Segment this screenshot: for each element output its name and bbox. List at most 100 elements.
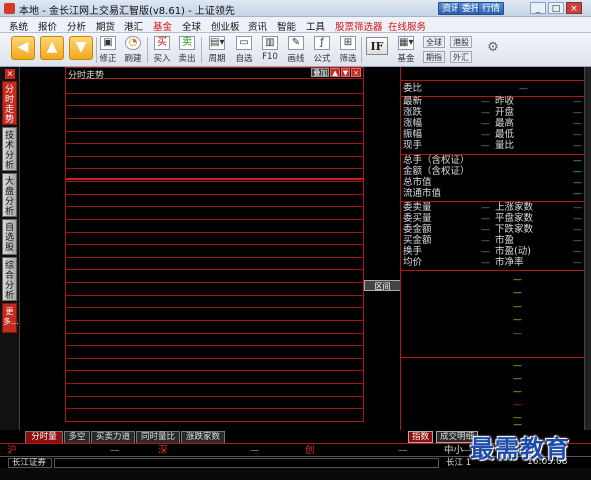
clock-icon: ◔ xyxy=(125,36,141,50)
menu-funds[interactable]: 基金 xyxy=(153,19,172,33)
filter-button[interactable]: ⊞ 筛选 xyxy=(335,36,361,64)
period-button[interactable]: ▤▾ 周期 xyxy=(204,36,230,64)
index-futures-mini-button[interactable]: 期指 xyxy=(423,51,445,63)
up-arrow-icon[interactable]: ▲ xyxy=(40,36,64,60)
sh-index-label[interactable]: 沪 xyxy=(7,445,17,456)
sidebar-tab-technical[interactable]: 技术分析 xyxy=(2,127,17,171)
menu-tools[interactable]: 工具 xyxy=(306,19,325,33)
sidebar-tab-market[interactable]: 大盘分析 xyxy=(2,173,17,217)
forex-mini-button[interactable]: 外汇 xyxy=(450,51,472,63)
back-arrow-icon[interactable]: ◀ xyxy=(11,36,35,60)
quotes-button[interactable]: 行情 xyxy=(478,2,505,15)
tab-index[interactable]: 指数 xyxy=(408,431,434,443)
watchlist-label: 自选 xyxy=(235,54,253,64)
menu-gem[interactable]: 创业板 xyxy=(211,19,240,33)
filter-icon: ⊞ xyxy=(340,36,356,50)
turnover-rate-value: — xyxy=(481,247,490,257)
change-pct-label: 涨幅 xyxy=(403,118,423,129)
tab-intraday-volume[interactable]: 分时量 xyxy=(25,431,63,443)
grid-line xyxy=(66,181,363,182)
prev-close-label: 昨收 xyxy=(495,96,515,107)
buy-button[interactable]: 买 买入 xyxy=(149,36,175,64)
sidebar-close-icon[interactable]: × xyxy=(5,69,15,79)
menu-news[interactable]: 资讯 xyxy=(248,19,267,33)
toolbar-separator xyxy=(147,37,148,63)
menu-smart[interactable]: 智能 xyxy=(277,19,296,33)
sidebar-tab-more[interactable]: 更多... xyxy=(2,303,19,333)
menu-stock-screener[interactable]: 股票筛选器 xyxy=(335,19,383,33)
f10-label: F10 xyxy=(262,52,278,62)
sz-index-value: — xyxy=(250,445,260,456)
bid-amount-value: — xyxy=(481,236,490,246)
down-arrow-icon[interactable]: ▼ xyxy=(69,36,93,60)
chart-controls: 叠加 ▲ ▼ × xyxy=(310,68,361,78)
current-vol-value: — xyxy=(481,141,490,151)
formula-button[interactable]: ƒ 公式 xyxy=(309,36,335,64)
filter-label: 筛选 xyxy=(339,54,357,64)
zone-button[interactable]: 区间 xyxy=(364,280,401,291)
tick-value: — xyxy=(513,400,522,410)
close-button[interactable]: × xyxy=(566,2,582,14)
tick-value: — xyxy=(513,288,522,298)
chart-down-icon[interactable]: ▼ xyxy=(340,68,351,77)
correct-button[interactable]: ▣ 修正 xyxy=(95,36,121,64)
menu-analysis[interactable]: 分析 xyxy=(67,19,86,33)
sell-button[interactable]: 卖 卖出 xyxy=(174,36,200,64)
f10-button[interactable]: ▥ F10 xyxy=(257,36,283,62)
tab-bull-bear[interactable]: 多空 xyxy=(64,431,90,443)
sme-index-label[interactable]: 中小 xyxy=(444,445,463,456)
volume-ratio-label: 量比 xyxy=(495,140,515,151)
overlay-button[interactable]: 叠加 xyxy=(311,68,330,77)
chart-up-icon[interactable]: ▲ xyxy=(330,68,340,77)
ask-amount-value: — xyxy=(481,225,490,235)
menu-bar: 系统 报价 分析 期货 港汇 基金 全球 创业板 资讯 智能 工具 股票筛选器 … xyxy=(0,17,591,33)
menu-global[interactable]: 全球 xyxy=(182,19,201,33)
change-value: — xyxy=(481,108,490,118)
menu-futures[interactable]: 期货 xyxy=(96,19,115,33)
menu-hk-fx[interactable]: 港汇 xyxy=(124,19,143,33)
last-value: — xyxy=(481,97,490,107)
sidebar-tab-intraday[interactable]: 分时走势 xyxy=(2,81,17,125)
sidebar-tab-watchlist[interactable]: 自选股 xyxy=(2,219,17,255)
grid-line xyxy=(66,269,363,270)
dynamic-pe-value: — xyxy=(573,247,582,257)
tab-buy-sell-force[interactable]: 买卖力道 xyxy=(91,431,135,443)
global-mini-button[interactable]: 全球 xyxy=(423,36,445,48)
sidebar-tab-comprehensive[interactable]: 综合分析 xyxy=(2,257,17,301)
sz-index-label[interactable]: 深 xyxy=(158,445,168,456)
tab-volume-ratio[interactable]: 同时量比 xyxy=(136,431,180,443)
settings-gear-icon[interactable]: ⚙ xyxy=(486,41,500,55)
menu-system[interactable]: 系统 xyxy=(9,19,28,33)
minimize-button[interactable]: _ xyxy=(530,2,546,14)
pb-label: 市净率 xyxy=(495,257,524,268)
draw-line-button[interactable]: ✎ 画线 xyxy=(283,36,309,64)
toolbar-separator xyxy=(361,37,362,63)
app-icon xyxy=(4,3,15,14)
menu-quotes[interactable]: 报价 xyxy=(38,19,57,33)
panel-header xyxy=(401,67,585,81)
watchlist-button[interactable]: ▭ 自选 xyxy=(231,36,257,64)
turnover-amount-value: — xyxy=(573,167,582,177)
refresh-button[interactable]: ◔ 刷建 xyxy=(120,36,146,64)
quote-panel: 委比 — 最新 — 昨收 — 涨跌 — 开盘 — 涨幅 — 最高 — 振幅 — … xyxy=(400,67,585,430)
unchanged-label: 平盘家数 xyxy=(495,213,534,224)
gem-index-label[interactable]: 创 xyxy=(305,445,315,456)
fund-button[interactable]: ▦▾ 基金 xyxy=(392,36,420,64)
maximize-button[interactable]: □ xyxy=(548,2,564,14)
grid-line xyxy=(66,370,363,371)
chart-header: 分时走势 叠加 ▲ ▼ × xyxy=(66,68,363,81)
pen-icon: ✎ xyxy=(288,36,304,50)
intraday-chart[interactable]: 分时走势 叠加 ▲ ▼ × xyxy=(65,67,364,422)
hk-mini-button[interactable]: 港股 xyxy=(450,36,472,48)
grid-line xyxy=(66,320,363,321)
ticker-box xyxy=(54,458,439,468)
tab-adv-decl[interactable]: 涨跌家数 xyxy=(181,431,225,443)
panel-scrollbar[interactable] xyxy=(584,67,591,430)
bid-amount-label: 买金额 xyxy=(403,235,432,246)
menu-online-service[interactable]: 在线服务 xyxy=(388,19,426,33)
chart-close-icon[interactable]: × xyxy=(351,68,361,77)
if-futures-button[interactable]: IF xyxy=(366,37,388,55)
total-volume-value: — xyxy=(573,156,582,166)
grid-line xyxy=(66,232,363,233)
grid-midline xyxy=(66,178,363,180)
